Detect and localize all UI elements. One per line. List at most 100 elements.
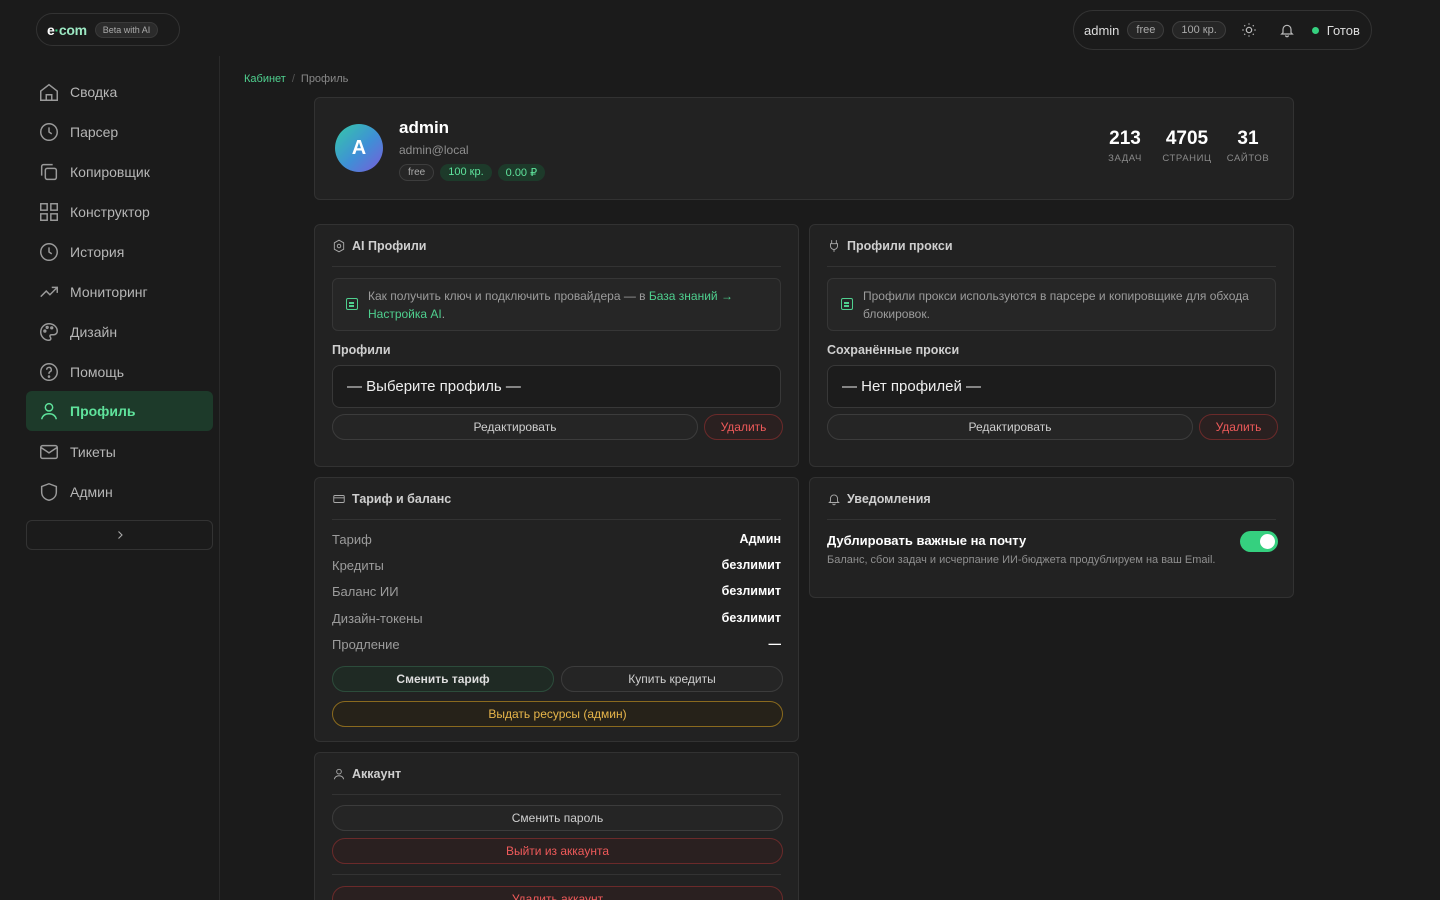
breadcrumb-current: Профиль: [300, 73, 349, 85]
copy-icon: [40, 163, 58, 181]
profile-plan-badge: free: [399, 164, 435, 181]
delete-account-button[interactable]: Удалить аккаунт: [332, 886, 783, 900]
user-icon: [333, 768, 345, 780]
credits-row: Кредиты безлимит: [332, 558, 781, 573]
tariff-title: Тариф и баланс: [352, 492, 452, 506]
account-card: Аккаунт Сменить пароль Выйти из аккаунта…: [314, 752, 799, 900]
change-password-button[interactable]: Сменить пароль: [332, 805, 783, 831]
shield-icon: [40, 482, 58, 502]
notifications-title: Уведомления: [847, 492, 931, 506]
sidebar-collapse-button[interactable]: [26, 520, 213, 550]
trend-icon: [40, 286, 58, 298]
sidebar-item-3[interactable]: Конструктор: [26, 192, 213, 232]
top-credits-badge: 100 кр.: [1172, 21, 1226, 39]
sidebar-item-10[interactable]: Админ: [26, 472, 213, 512]
proxy-profiles-header: Профили прокси: [827, 239, 1276, 267]
buy-credits-button[interactable]: Купить кредиты: [561, 666, 783, 692]
doc-icon: [841, 298, 853, 310]
sidebar-item-label: Дизайн: [70, 324, 118, 340]
brand-logo[interactable]: e·com Beta with AI: [36, 13, 180, 46]
breadcrumb-root[interactable]: Кабинет: [244, 73, 286, 85]
proxy-profile-select[interactable]: — Нет профилей —: [827, 365, 1276, 408]
ai-profiles-header: AI Профили: [332, 239, 781, 267]
avatar: A: [335, 124, 383, 172]
stat-pages: 4705 СТРАНИЦ: [1162, 128, 1212, 164]
ai-hexagon-icon: [333, 239, 345, 253]
profile-summary-card: A admin admin@local free 100 кр. 0.00 ₽ …: [314, 97, 1294, 200]
ai-profiles-info: Как получить ключ и подключить провайдер…: [332, 278, 781, 331]
notifications-header: Уведомления: [827, 492, 1276, 520]
status-text: Готов: [1326, 22, 1360, 38]
proxy-edit-button[interactable]: Редактировать: [827, 414, 1193, 440]
email-duplicate-desc: Баланс, сбои задач и исчерпание ИИ-бюдже…: [827, 554, 1216, 566]
email-duplicate-toggle[interactable]: [1240, 531, 1278, 552]
saved-proxies-label: Сохранённые прокси: [827, 343, 960, 357]
profile-tags: free 100 кр. 0.00 ₽: [399, 164, 546, 181]
status-dot: [1311, 26, 1319, 34]
mail-icon: [40, 444, 58, 460]
top-plan-badge: free: [1127, 21, 1165, 39]
ai-profile-select[interactable]: — Выберите профиль —: [332, 365, 781, 408]
profile-credits-badge: 100 кр.: [440, 164, 492, 181]
profile-balance-badge: 0.00 ₽: [497, 164, 546, 181]
sidebar-item-label: Помощь: [70, 364, 125, 380]
user-icon: [40, 402, 58, 420]
clock-icon: [40, 123, 58, 141]
ai-profiles-card: AI Профили Как получить ключ и подключит…: [314, 224, 799, 467]
sidebar-item-8[interactable]: Профиль: [26, 391, 213, 431]
notifications-card: Уведомления Дублировать важные на почту …: [809, 477, 1294, 598]
plug-icon: [830, 240, 838, 252]
ai-profile-edit-button[interactable]: Редактировать: [332, 414, 698, 440]
sidebar-item-label: Конструктор: [70, 204, 150, 220]
palette-icon: [40, 323, 58, 341]
ai-profile-delete-button[interactable]: Удалить: [704, 414, 783, 440]
proxy-delete-button[interactable]: Удалить: [1199, 414, 1278, 440]
top-user-bar: admin free 100 кр. Готов: [1073, 10, 1372, 50]
logo-text: e·com: [47, 21, 87, 38]
sidebar-item-label: Тикеты: [70, 444, 116, 460]
sidebar-item-7[interactable]: Помощь: [26, 352, 213, 392]
stat-sites: 31 САЙТОВ: [1226, 128, 1270, 164]
chevron-right-icon: [117, 531, 123, 539]
doc-icon: [346, 298, 358, 310]
account-divider: [332, 874, 781, 875]
email-duplicate-title: Дублировать важные на почту: [827, 533, 1027, 548]
help-icon: [40, 363, 58, 381]
breadcrumb-separator: /: [291, 73, 295, 85]
sidebar-item-2[interactable]: Копировщик: [26, 152, 213, 192]
sidebar-item-9[interactable]: Тикеты: [26, 432, 213, 472]
proxy-profiles-title: Профили прокси: [847, 239, 953, 253]
profile-email: admin@local: [399, 143, 469, 157]
sidebar-item-label: Мониторинг: [70, 284, 148, 300]
account-header: Аккаунт: [332, 767, 781, 795]
design-tokens-row: Дизайн-токены безлимит: [332, 611, 781, 626]
stat-tasks: 213 ЗАДАЧ: [1108, 128, 1142, 164]
renewal-row: Продление —: [332, 637, 781, 652]
bell-icon[interactable]: [1276, 19, 1298, 41]
breadcrumb: Кабинет / Профиль: [244, 73, 348, 85]
beta-badge: Beta with AI: [94, 21, 159, 38]
grant-resources-button[interactable]: Выдать ресурсы (админ): [332, 701, 783, 727]
sidebar-item-4[interactable]: История: [26, 232, 213, 272]
change-tariff-button[interactable]: Сменить тариф: [332, 666, 554, 692]
account-title: Аккаунт: [352, 767, 402, 781]
sidebar-item-label: Профиль: [70, 403, 136, 419]
sidebar-item-6[interactable]: Дизайн: [26, 312, 213, 352]
ai-profiles-label: Профили: [332, 343, 391, 357]
top-username[interactable]: admin: [1084, 23, 1119, 38]
sidebar-item-1[interactable]: Парсер: [26, 112, 213, 152]
tariff-header: Тариф и баланс: [332, 492, 781, 520]
logout-button[interactable]: Выйти из аккаунта: [332, 838, 783, 864]
theme-toggle-icon[interactable]: [1238, 19, 1260, 41]
history-icon: [40, 243, 58, 261]
sidebar-item-0[interactable]: Сводка: [26, 72, 213, 112]
sidebar-item-5[interactable]: Мониторинг: [26, 272, 213, 312]
tariff-card: Тариф и баланс Тариф Админ Кредиты безлими…: [314, 477, 799, 742]
credit-card-icon: [333, 495, 345, 503]
sidebar-item-label: Админ: [70, 484, 113, 500]
grid-icon: [40, 203, 58, 221]
sidebar-item-label: Копировщик: [70, 164, 150, 180]
proxy-profiles-info: Профили прокси используются в парсере и …: [827, 278, 1276, 331]
bell-icon: [828, 494, 840, 506]
sidebar-item-label: Сводка: [70, 84, 118, 100]
